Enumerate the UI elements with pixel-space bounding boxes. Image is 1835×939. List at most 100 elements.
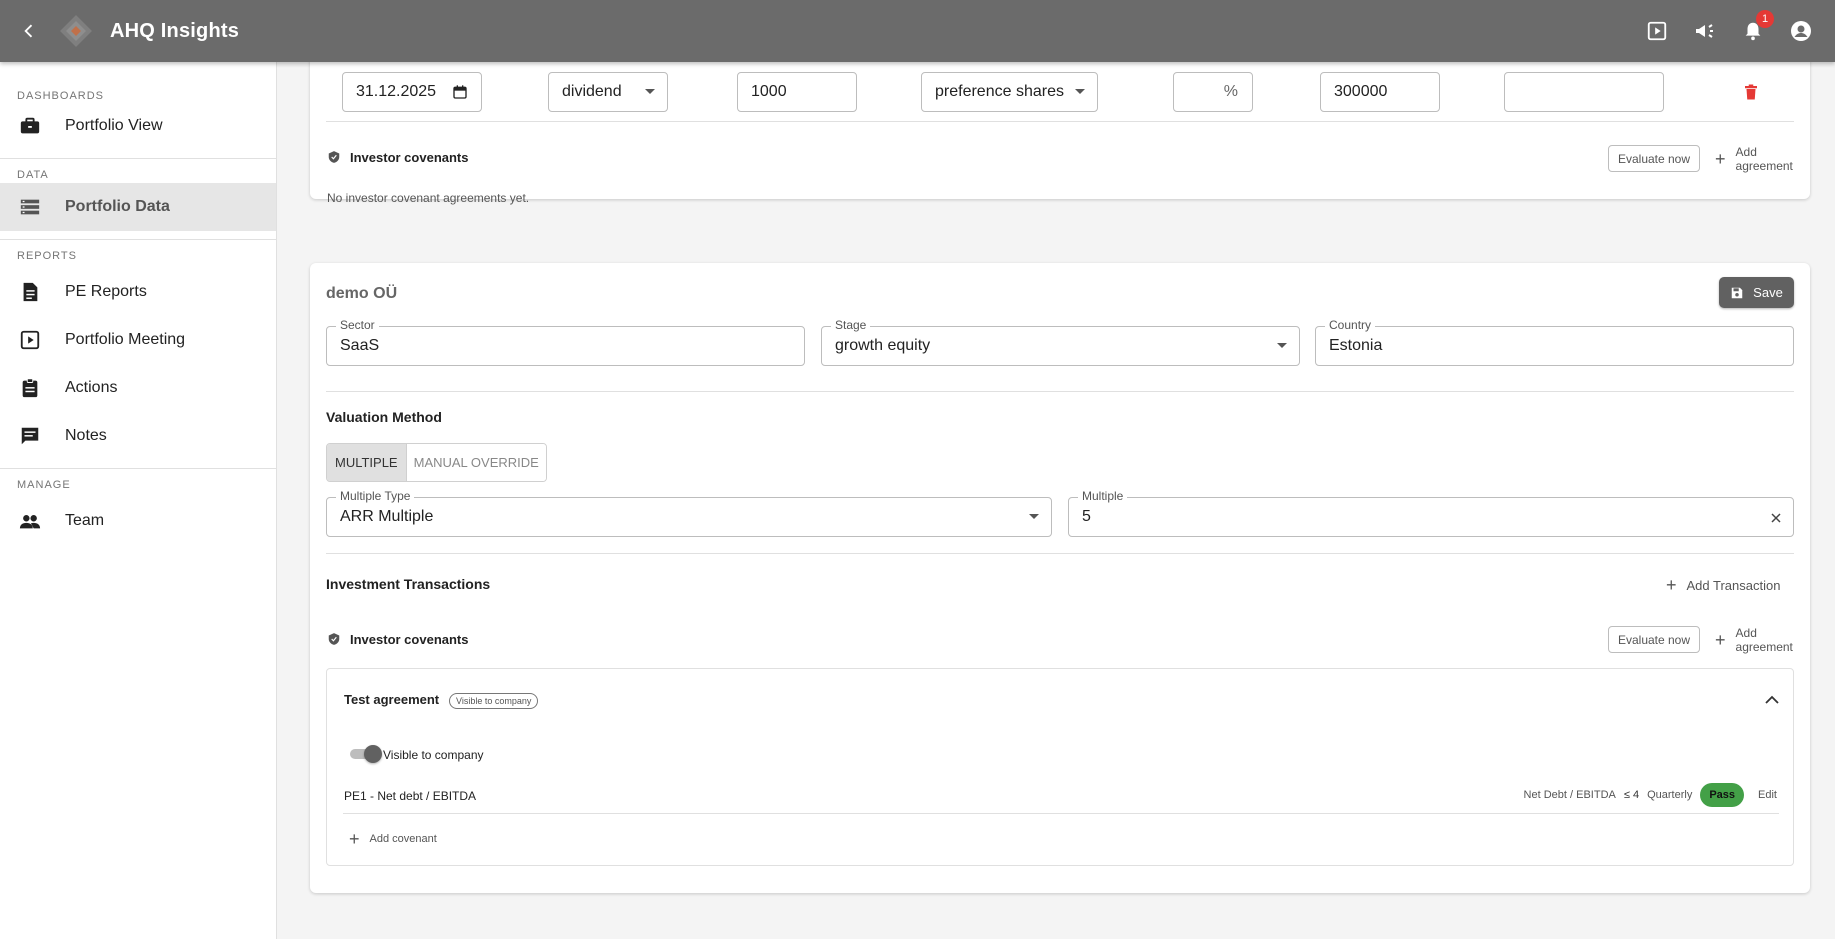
empty-agreements-text: No investor covenant agreements yet. [327,191,530,205]
storage-list-icon [18,195,42,219]
add-agreement-button[interactable]: + Add agreement [1715,145,1810,173]
country-field[interactable]: Country Estonia [1315,318,1794,366]
sidebar-item-label: Portfolio Meeting [65,331,186,348]
share-class-value: preference shares [935,83,1064,100]
sidebar-item-portfolio-meeting[interactable]: Portfolio Meeting [0,316,276,364]
section-label-reports: REPORTS [17,250,77,262]
visibility-toggle[interactable] [350,745,382,763]
shield-check-icon [328,151,340,163]
dropdown-caret-icon [1029,514,1039,519]
stage-label: Stage [831,318,871,332]
add-agreement-label: Add agreement [1735,626,1793,654]
valuation-method-toggle: MULTIPLE MANUAL OVERRIDE [326,443,547,482]
add-agreement-label: Add agreement [1735,145,1793,173]
sidebar-item-portfolio-data[interactable]: Portfolio Data [0,183,276,231]
ownership-percent-input[interactable]: % [1173,72,1253,112]
method-multiple-button[interactable]: MULTIPLE [327,444,407,481]
plus-icon: + [1715,149,1726,169]
app-title: AHQ Insights [110,19,240,42]
transaction-type-select[interactable]: dividend [548,72,668,112]
megaphone-icon[interactable] [1693,19,1717,43]
section-divider [326,553,1794,554]
account-avatar-icon[interactable] [1789,19,1813,43]
transaction-amount-value: 1000 [751,83,787,100]
stage-value: growth equity [835,337,931,354]
investor-covenants-heading: Investor covenants [350,632,469,647]
save-label: Save [1753,285,1783,300]
company-name: demo OÜ [326,285,398,302]
transaction-extra-input[interactable] [1504,72,1664,112]
notifications-bell-icon[interactable]: 1 [1741,10,1774,43]
covenant-frequency: Quarterly [1647,789,1693,801]
add-agreement-button[interactable]: + Add agreement [1715,626,1810,654]
chevron-up-icon[interactable] [1765,695,1779,705]
valuation-input[interactable]: 300000 [1320,72,1440,112]
covenant-threshold: ≤ 4 [1623,789,1640,801]
clear-x-icon[interactable] [1771,513,1781,523]
sidebar-item-label: Notes [65,427,107,444]
briefcase-icon [18,114,42,138]
share-class-select[interactable]: preference shares [921,72,1098,112]
sector-value: SaaS [340,337,380,354]
method-manual-override-button[interactable]: MANUAL OVERRIDE [406,444,546,481]
sidebar-item-notes[interactable]: Notes [0,412,276,460]
investor-covenants-heading: Investor covenants [350,150,469,165]
sidebar-item-label: Team [65,512,105,529]
sidebar-item-portfolio-view[interactable]: Portfolio View [0,102,276,150]
add-covenant-label: Add covenant [369,833,437,845]
covenant-name: PE1 - Net debt / EBITDA [344,789,477,803]
visibility-toggle-label: Visible to company [383,748,484,762]
evaluate-now-button[interactable]: Evaluate now [1608,145,1700,172]
back-arrow-icon[interactable] [19,21,39,41]
comment-notes-icon [18,424,42,448]
add-transaction-button[interactable]: + Add Transaction [1666,574,1780,596]
dropdown-caret-icon [645,89,655,94]
transaction-date-value: 31.12.2025 [356,83,437,100]
delete-trash-icon[interactable] [1742,82,1760,102]
calendar-icon[interactable] [452,84,468,100]
plus-icon: + [1666,575,1677,595]
plus-icon: + [1715,630,1726,650]
sidebar-item-label: Actions [65,379,118,396]
covenant-status-badge: Pass [1700,783,1745,807]
sidebar-item-pe-reports[interactable]: PE Reports [0,268,276,316]
people-icon [18,509,42,533]
row-divider [326,121,1794,122]
save-button[interactable]: Save [1719,277,1794,308]
multiple-field[interactable]: Multiple 5 [1068,489,1794,537]
covenant-details: Net Debt / EBITDA ≤ 4 Quarterly Pass Edi… [1524,782,1777,808]
covenant-metric: Net Debt / EBITDA [1523,789,1616,801]
stage-select[interactable]: Stage growth equity [821,318,1300,366]
multiple-type-value: ARR Multiple [340,508,434,525]
section-label-dashboards: DASHBOARDS [17,90,105,102]
add-covenant-button[interactable]: + Add covenant [349,828,437,850]
sidebar-item-label: PE Reports [65,283,147,300]
country-value: Estonia [1329,337,1383,354]
transaction-date-input[interactable]: 31.12.2025 [342,72,482,112]
agreement-name: Test agreement [344,692,440,707]
app-bar: AHQ Insights 1 [0,0,1835,62]
shield-check-icon [328,633,340,645]
visibility-badge: Visible to company [449,693,539,709]
multiple-label: Multiple [1078,489,1128,503]
dropdown-caret-icon [1277,343,1287,348]
evaluate-now-button[interactable]: Evaluate now [1608,626,1700,653]
transaction-amount-input[interactable]: 1000 [737,72,857,112]
sidebar-item-team[interactable]: Team [0,497,276,545]
section-divider [326,391,1794,392]
toggle-thumb [364,745,382,763]
multiple-value: 5 [1082,508,1091,525]
covenant-edit-link[interactable]: Edit [1758,789,1777,801]
valuation-method-heading: Valuation Method [326,409,442,425]
clipboard-icon [18,376,42,400]
multiple-type-select[interactable]: Multiple Type ARR Multiple [326,489,1052,537]
notification-count-badge: 1 [1756,10,1774,28]
sidebar-item-actions[interactable]: Actions [0,364,276,412]
sector-label: Sector [336,318,379,332]
agreement-panel: Test agreement Visible to company Visibl… [326,668,1794,866]
investment-transactions-heading: Investment Transactions [326,576,491,592]
section-label-manage: MANAGE [17,479,71,491]
presentation-play-icon[interactable] [1645,19,1669,43]
valuation-value: 300000 [1334,83,1388,100]
sector-field[interactable]: Sector SaaS [326,318,805,366]
